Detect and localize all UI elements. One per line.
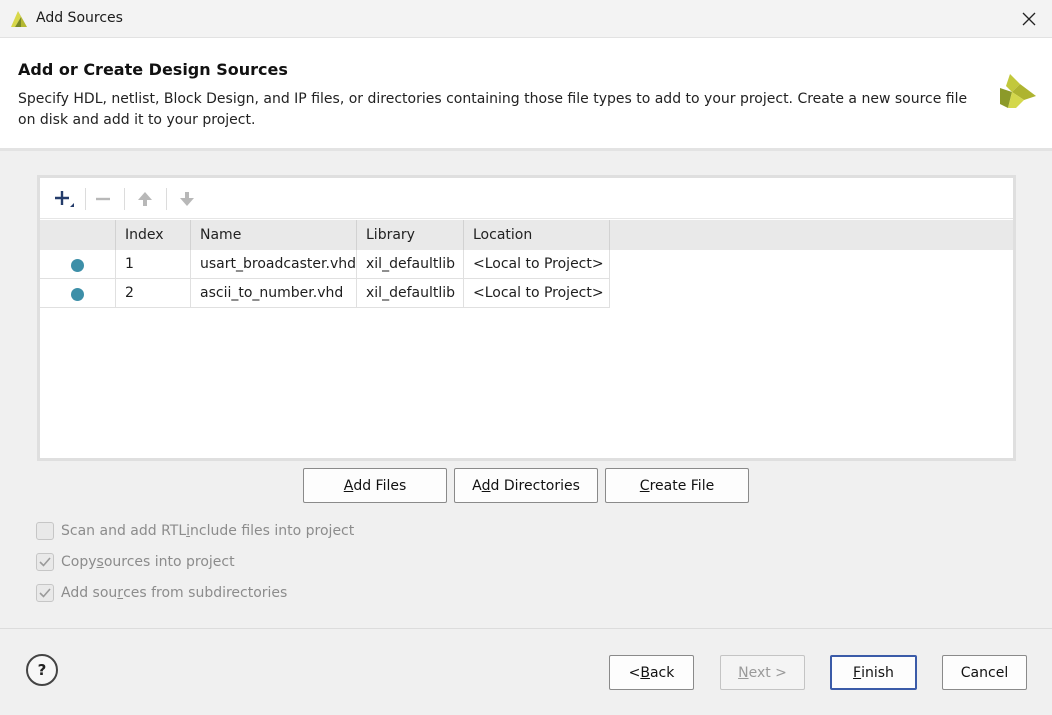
close-button[interactable]	[1006, 0, 1052, 38]
mnemonic-key: d	[481, 477, 491, 494]
option-label: Scan and add RTL	[61, 523, 187, 539]
title-bar: Add Sources	[0, 0, 1052, 38]
copy-sources-option[interactable]: Copy s ources into project	[36, 551, 235, 573]
column-status[interactable]	[40, 220, 116, 250]
minus-icon	[96, 197, 110, 201]
location-cell: <Local to Project>	[464, 279, 610, 308]
mnemonic-key: A	[343, 477, 354, 494]
close-icon	[1022, 12, 1036, 26]
add-subdirectories-checkbox[interactable]	[36, 584, 54, 602]
page-description: Specify HDL, netlist, Block Design, and …	[18, 91, 968, 128]
button-label: <	[628, 664, 641, 681]
index-cell: 2	[116, 279, 191, 308]
option-label: ces from subdirectories	[123, 585, 288, 601]
plus-icon	[55, 191, 74, 207]
toolbar-separator	[166, 188, 167, 210]
toolbar-separator	[124, 188, 125, 210]
column-name[interactable]: Name	[191, 220, 357, 250]
mnemonic-key: N	[738, 664, 749, 681]
add-source-button[interactable]	[48, 186, 76, 212]
option-label: ources into project	[103, 554, 235, 570]
vivado-logo-icon	[11, 11, 27, 27]
mnemonic-key: B	[640, 664, 650, 681]
move-up-button[interactable]	[131, 186, 159, 212]
scan-rtl-include-option[interactable]: Scan and add RTL i nclude files into proj…	[36, 520, 354, 542]
option-label: nclude files into project	[190, 523, 355, 539]
add-files-button[interactable]: Add Files	[303, 468, 447, 503]
button-label: d Directories	[490, 477, 580, 494]
remove-source-button[interactable]	[89, 186, 117, 212]
option-label: Copy	[61, 554, 97, 570]
copy-sources-checkbox[interactable]	[36, 553, 54, 571]
option-label: Add sou	[61, 585, 118, 601]
help-button[interactable]: ?	[26, 654, 58, 686]
column-library[interactable]: Library	[357, 220, 464, 250]
mnemonic-key: F	[853, 664, 862, 681]
location-cell: <Local to Project>	[464, 250, 610, 279]
name-cell: ascii_to_number.vhd	[191, 279, 357, 308]
index-cell: 1	[116, 250, 191, 279]
status-cell	[40, 250, 116, 279]
status-cell	[40, 279, 116, 308]
status-dot-icon	[71, 288, 84, 301]
button-label: dd Files	[353, 477, 407, 494]
back-button[interactable]: < Back	[609, 655, 694, 690]
mnemonic-key: s	[96, 554, 104, 570]
table-header: Index Name Library Location	[40, 220, 1013, 250]
column-location[interactable]: Location	[464, 220, 610, 250]
name-cell: usart_broadcaster.vhd	[191, 250, 357, 279]
scan-rtl-checkbox[interactable]	[36, 522, 54, 540]
next-button[interactable]: Next >	[720, 655, 805, 690]
status-dot-icon	[71, 259, 84, 272]
toolbar-separator	[85, 188, 86, 210]
finish-button[interactable]: Finish	[830, 655, 917, 690]
window-title: Add Sources	[36, 10, 123, 26]
table-row[interactable]: 1 usart_broadcaster.vhd xil_defaultlib <…	[40, 250, 610, 279]
library-cell[interactable]: xil_defaultlib	[357, 250, 464, 279]
arrow-down-icon	[180, 192, 194, 206]
page-title: Add or Create Design Sources	[18, 60, 288, 79]
footer-divider	[0, 628, 1052, 629]
vivado-logo-icon	[1000, 74, 1036, 108]
add-subdirectories-option[interactable]: Add sou r ces from subdirectories	[36, 582, 287, 604]
sources-table-panel: Index Name Library Location 1 usart_broa…	[37, 175, 1016, 461]
arrow-up-icon	[138, 192, 152, 206]
table-toolbar	[40, 178, 1013, 219]
table-row[interactable]: 2 ascii_to_number.vhd xil_defaultlib <Lo…	[40, 279, 610, 308]
button-label: ack	[649, 664, 675, 681]
button-label: A	[472, 477, 482, 494]
checkmark-icon	[39, 588, 51, 598]
library-cell[interactable]: xil_defaultlib	[357, 279, 464, 308]
button-label: ext >	[748, 664, 787, 681]
checkmark-icon	[39, 557, 51, 567]
create-file-button[interactable]: Create File	[605, 468, 749, 503]
cancel-button[interactable]: Cancel	[942, 655, 1027, 690]
button-label: inish	[861, 664, 894, 681]
page-header: Add or Create Design Sources Specify HDL…	[0, 38, 1052, 151]
mnemonic-key: C	[639, 477, 650, 494]
button-label: reate File	[649, 477, 715, 494]
move-down-button[interactable]	[173, 186, 201, 212]
column-index[interactable]: Index	[116, 220, 191, 250]
add-directories-button[interactable]: Add Directories	[454, 468, 598, 503]
